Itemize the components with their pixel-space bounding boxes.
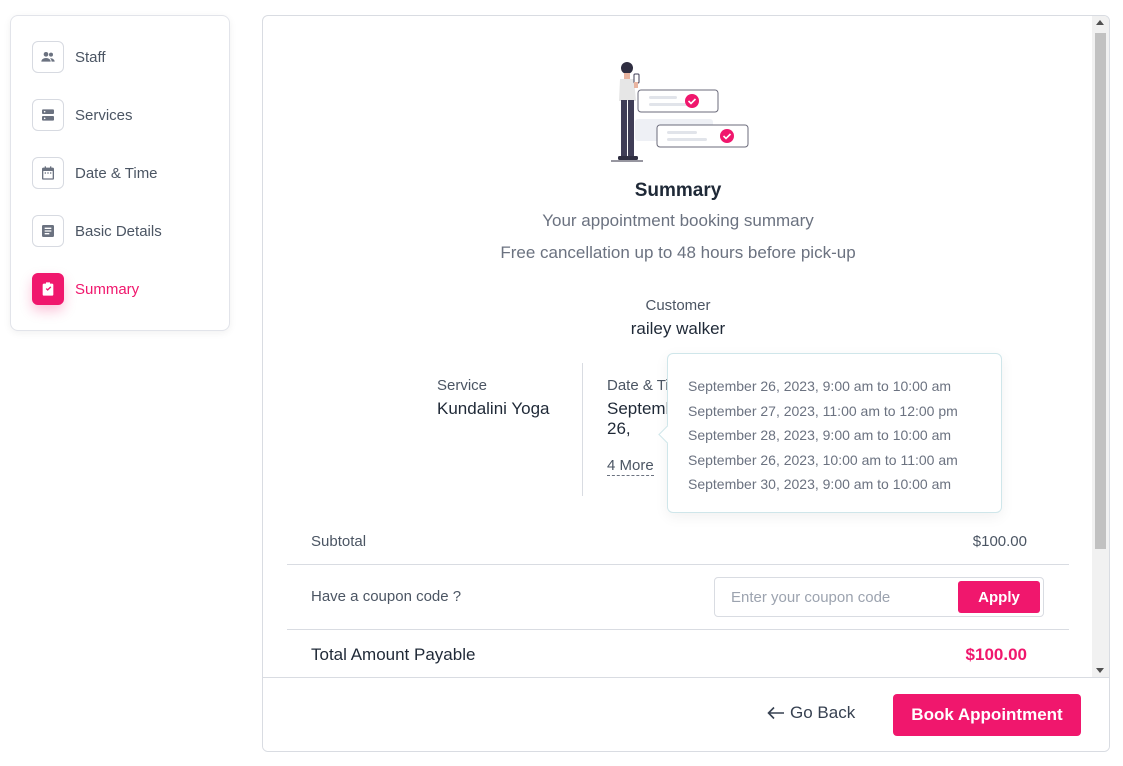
time-slot: September 26, 2023, 10:00 am to 11:00 am [688, 451, 958, 468]
coupon-label: Have a coupon code ? [311, 588, 462, 605]
time-slot: September 30, 2023, 9:00 am to 10:00 am [688, 476, 952, 493]
coupon-input[interactable] [716, 579, 956, 615]
customer-value: railey walker [630, 319, 726, 338]
coupon-form: Apply [714, 577, 1044, 617]
server-icon [32, 99, 64, 131]
document-icon [32, 215, 64, 247]
details-divider [582, 363, 583, 496]
clipboard-check-icon [32, 273, 64, 305]
cancellation-note: Free cancellation up to 48 hours before … [500, 243, 856, 262]
go-back-label: Go Back [790, 703, 856, 722]
calendar-icon [32, 157, 64, 189]
customer-label: Customer [645, 297, 711, 314]
apply-coupon-button[interactable]: Apply [958, 581, 1040, 613]
arrow-left-icon [767, 706, 784, 720]
sidebar-item-label: Date & Time [75, 164, 158, 182]
subtotal-value: $100.00 [972, 533, 1027, 550]
divider [287, 629, 1069, 630]
scroll-up-icon[interactable] [1096, 20, 1104, 25]
more-slots-link[interactable]: 4 More [607, 457, 654, 476]
time-slot: September 27, 2023, 11:00 am to 12:00 pm [688, 402, 958, 419]
total-value: $100.00 [965, 645, 1027, 664]
summary-scroll-area[interactable]: Summary Your appointment booking summary… [263, 16, 1093, 677]
service-label: Service [437, 377, 488, 394]
book-appointment-button[interactable]: Book Appointment [893, 694, 1081, 736]
datetime-label: Date & Time [607, 377, 667, 394]
users-icon [32, 41, 64, 73]
page-subtitle: Your appointment booking summary [542, 211, 814, 230]
sidebar-item-basic-details[interactable]: Basic Details [32, 215, 162, 247]
time-slot: September 28, 2023, 9:00 am to 10:00 am [688, 427, 952, 444]
service-value: Kundalini Yoga [437, 399, 550, 418]
go-back-button[interactable]: Go Back [767, 703, 855, 723]
total-label: Total Amount Payable [311, 645, 476, 664]
scrollbar-thumb[interactable] [1095, 33, 1106, 549]
scroll-down-icon[interactable] [1096, 668, 1104, 673]
time-slots-popover: September 26, 2023, 9:00 am to 10:00 am … [667, 353, 1002, 513]
sidebar-item-label: Summary [75, 280, 140, 298]
booking-confirmation-illustration [611, 62, 749, 162]
vertical-scrollbar[interactable] [1092, 16, 1109, 677]
subtotal-label: Subtotal [311, 533, 367, 550]
sidebar-item-summary[interactable]: Summary [32, 273, 139, 305]
divider [287, 564, 1069, 565]
sidebar-item-label: Basic Details [75, 222, 162, 240]
page-title: Summary [634, 180, 722, 201]
booking-steps-sidebar: Staff Services Date & Time Basic Details… [10, 15, 230, 331]
sidebar-item-staff[interactable]: Staff [32, 41, 106, 73]
panel-footer: Go Back Book Appointment [263, 677, 1109, 751]
time-slot: September 26, 2023, 9:00 am to 10:00 am [688, 378, 952, 394]
sidebar-item-label: Staff [75, 48, 106, 66]
sidebar-item-date-time[interactable]: Date & Time [32, 157, 158, 189]
summary-panel: Summary Your appointment booking summary… [262, 15, 1110, 752]
sidebar-item-label: Services [75, 106, 133, 124]
sidebar-item-services[interactable]: Services [32, 99, 133, 131]
